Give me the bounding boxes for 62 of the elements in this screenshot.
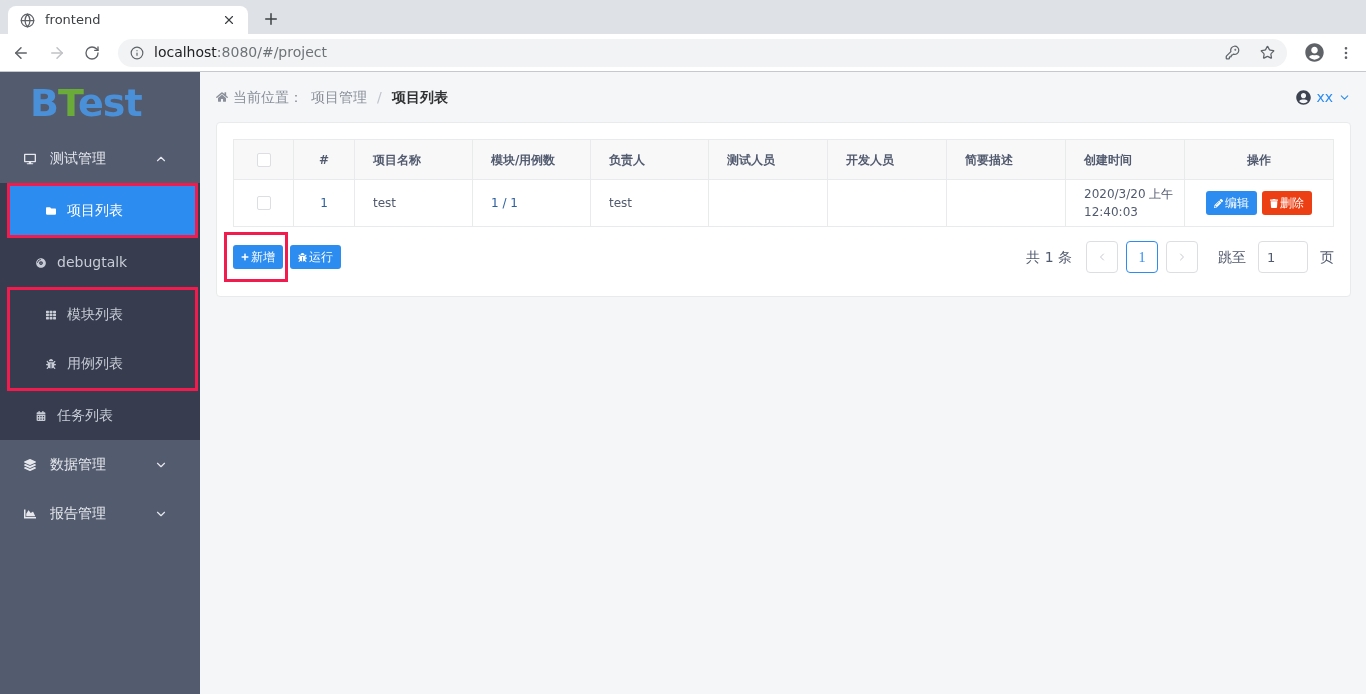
page-button[interactable]: 1 (1126, 241, 1158, 273)
breadcrumb-label: 当前位置： (233, 87, 303, 107)
new-tab-icon[interactable] (262, 10, 280, 28)
page-suffix: 页 (1320, 247, 1334, 267)
bug-icon (46, 358, 56, 369)
trash-icon (1270, 198, 1278, 208)
column-header: 操作 (1184, 139, 1334, 180)
menu-group-header[interactable]: 报告管理 (0, 489, 200, 538)
sidebar-item[interactable]: debugtalk (0, 238, 200, 287)
reload-icon[interactable] (84, 44, 100, 61)
sidebar-item[interactable]: 用例列表 (10, 339, 195, 388)
checkbox[interactable] (256, 152, 271, 167)
page-input[interactable]: 1 (1258, 241, 1308, 273)
edit-button[interactable]: 编辑 (1206, 191, 1257, 215)
breadcrumb-item: 项目列表 (391, 87, 448, 107)
breadcrumb-separator: / (377, 87, 382, 107)
close-icon[interactable] (222, 13, 236, 27)
table-cell: 2020/3/20 上午 12:40:03 (1084, 187, 1174, 219)
column-header: 测试人员 (708, 139, 828, 180)
globe-icon (20, 12, 35, 28)
column-header: 模块/用例数 (472, 139, 591, 180)
browser-tab[interactable]: frontend (8, 6, 248, 34)
user-menu[interactable]: xx (1296, 86, 1351, 108)
breadcrumb-item[interactable]: 项目管理 (311, 86, 367, 108)
sidebar-item[interactable]: 任务列表 (0, 391, 200, 440)
sidebar-item[interactable]: 模块列表 (10, 290, 195, 339)
column-header: 负责人 (590, 139, 709, 180)
column-header: # (293, 139, 355, 180)
table-cell: 1 / 1 (491, 196, 518, 210)
grid-icon (46, 309, 56, 320)
column-header: 简要描述 (946, 139, 1066, 180)
add-button[interactable]: 新增 (233, 245, 283, 269)
bug-icon (298, 252, 307, 262)
calendar-icon (36, 410, 46, 421)
column-header: 项目名称 (354, 139, 473, 180)
info-icon (130, 45, 144, 60)
home-icon (216, 91, 228, 103)
total-count: 共 1 条 (1026, 247, 1072, 267)
monitor-icon (24, 152, 36, 165)
jump-label: 跳至 (1218, 247, 1246, 267)
table-cell: test (609, 196, 633, 210)
pencil-icon (1214, 198, 1223, 208)
key-icon[interactable] (1225, 45, 1240, 60)
plus-icon (241, 253, 249, 261)
star-icon[interactable] (1260, 45, 1275, 60)
address-bar[interactable]: localhost:8080/#/project (118, 38, 1287, 67)
column-header: 创建时间 (1065, 139, 1185, 180)
run-button[interactable]: 运行 (290, 245, 341, 269)
checkbox[interactable] (256, 196, 271, 210)
sidebar-item[interactable]: 项目列表 (10, 186, 195, 235)
delete-button[interactable]: 删除 (1262, 191, 1312, 215)
menu-group-header[interactable]: 测试管理 (0, 134, 200, 183)
profile-icon[interactable] (1305, 43, 1324, 62)
folder-icon (46, 205, 56, 216)
user-icon (1296, 89, 1312, 105)
table-cell: test (373, 196, 397, 210)
layers-icon (24, 458, 36, 471)
table-cell: 1 (320, 196, 328, 210)
logo: BTest (30, 84, 142, 122)
column-header: 开发人员 (827, 139, 947, 180)
menu-group-header[interactable]: 数据管理 (0, 440, 200, 489)
chart-icon (24, 507, 36, 520)
